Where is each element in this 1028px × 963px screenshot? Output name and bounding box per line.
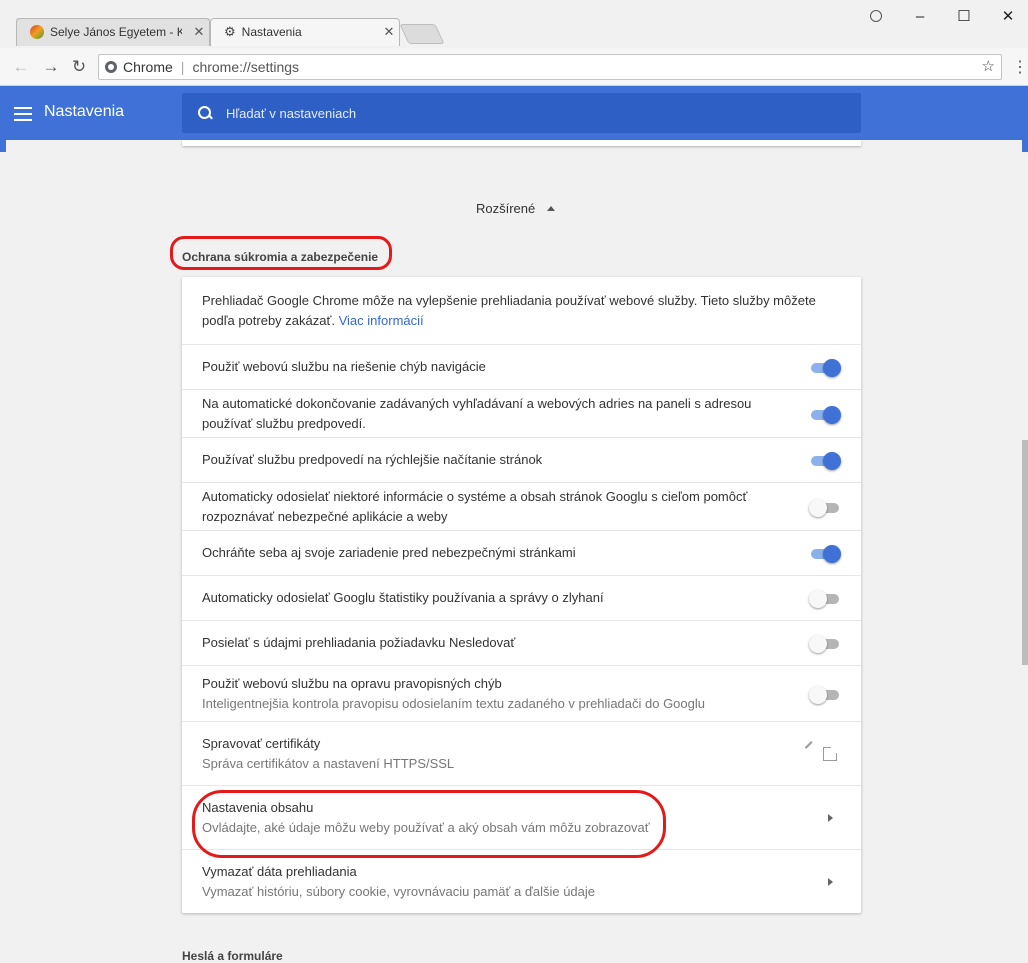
setting-text: Vymazať dáta prehliadania Vymazať histór… <box>202 862 841 902</box>
reload-button[interactable]: ↻ <box>68 56 90 78</box>
forward-button[interactable]: → <box>40 56 62 78</box>
advanced-toggle[interactable]: Rozšírené <box>476 201 556 216</box>
setting-sublabel: Vymazať históriu, súbory cookie, vyrovná… <box>202 883 596 899</box>
url-text: chrome://settings <box>192 59 300 75</box>
setting-row-spellcheck[interactable]: Použiť webovú službu na opravu pravopisn… <box>182 665 861 721</box>
close-icon[interactable]: ✕ <box>378 24 400 40</box>
learn-more-link[interactable]: Viac informácií <box>339 313 424 328</box>
profile-icon[interactable] <box>856 4 896 28</box>
toggle-switch[interactable] <box>809 404 841 424</box>
setting-row-do-not-track[interactable]: Posielať s údajmi prehliadania požiadavk… <box>182 620 861 665</box>
settings-search-input[interactable]: Hľadať v nastaveniach <box>182 93 861 133</box>
previous-card-edge <box>182 140 861 146</box>
highlight-annotation <box>192 790 666 858</box>
setting-label: Vymazať dáta prehliadania <box>202 863 357 879</box>
browser-toolbar: ← → ↻ Chrome | chrome://settings ☆ ⋮ <box>0 48 1028 86</box>
privacy-intro-text: Prehliadač Google Chrome môže na vylepše… <box>202 292 816 328</box>
setting-sublabel: Správa certifikátov a nastavení HTTPS/SS… <box>202 755 455 771</box>
open-external-icon[interactable] <box>804 740 839 761</box>
chevron-right-icon <box>828 877 833 886</box>
privacy-intro: Prehliadač Google Chrome môže na vylepše… <box>202 291 841 331</box>
toggle-switch[interactable] <box>809 684 841 704</box>
address-bar[interactable]: Chrome | chrome://settings ☆ <box>98 54 1002 80</box>
setting-row-navigation-errors[interactable]: Použiť webovú službu na riešenie chýb na… <box>182 344 861 389</box>
maximize-button[interactable]: ☐ <box>944 4 984 28</box>
toggle-switch[interactable] <box>809 633 841 653</box>
setting-row-safe-browsing-reports[interactable]: Automaticky odosielať niektoré informáci… <box>182 482 861 530</box>
favicon-icon <box>30 25 44 39</box>
setting-label: Ochráňte seba aj svoje zariadenie pred n… <box>202 545 576 560</box>
setting-label: Použiť webovú službu na opravu pravopisn… <box>202 675 502 691</box>
chrome-icon <box>105 61 117 73</box>
settings-content: Rozšírené Ochrana súkromia a zabezpečeni… <box>6 140 1022 963</box>
setting-row-prefetch[interactable]: Používať službu predpovedí na rýchlejšie… <box>182 437 861 482</box>
setting-label: Automaticky odosielať Googlu štatistiky … <box>202 590 604 605</box>
title-bar: Selye János Egyetem - Ke ✕ ⚙ Nastavenia … <box>0 0 1028 48</box>
chevron-right-icon <box>828 813 833 822</box>
setting-label: Spravovať certifikáty <box>202 735 321 751</box>
tab-selye[interactable]: Selye János Egyetem - Ke ✕ <box>16 18 210 46</box>
close-window-button[interactable]: ✕ <box>988 4 1028 28</box>
caret-up-icon <box>547 206 556 211</box>
toggle-switch[interactable] <box>809 450 841 470</box>
omnibox-separator: | <box>180 59 185 75</box>
hamburger-menu-icon[interactable] <box>14 107 32 121</box>
setting-label: Automaticky odosielať niektoré informáci… <box>202 488 748 524</box>
tab-title: Nastavenia <box>241 25 302 39</box>
setting-row-prediction-autocomplete[interactable]: Na automatické dokončovanie zadávaných v… <box>182 389 861 437</box>
passwords-section-heading: Heslá a formuláre <box>182 949 283 963</box>
search-placeholder: Hľadať v nastaveniach <box>226 105 357 121</box>
setting-text: Použiť webovú službu na opravu pravopisn… <box>202 674 841 714</box>
clear-browsing-data-row[interactable]: Vymazať dáta prehliadania Vymazať histór… <box>182 849 861 913</box>
minimize-button[interactable]: – <box>900 4 940 28</box>
setting-sublabel: Inteligentnejšia kontrola pravopisu odos… <box>202 695 705 711</box>
setting-label: Na automatické dokončovanie zadávaných v… <box>202 395 752 431</box>
bookmark-star-icon[interactable]: ☆ <box>982 57 995 75</box>
setting-row-usage-stats[interactable]: Automaticky odosielať Googlu štatistiky … <box>182 575 861 620</box>
highlight-annotation <box>170 236 392 270</box>
page-title: Nastavenia <box>44 103 125 120</box>
setting-label: Používať službu predpovedí na rýchlejšie… <box>202 452 543 467</box>
toggle-switch[interactable] <box>809 497 841 517</box>
tab-nastavenia[interactable]: ⚙ Nastavenia ✕ <box>210 18 400 46</box>
privacy-intro-row: Prehliadač Google Chrome môže na vylepše… <box>182 277 861 344</box>
toggle-switch[interactable] <box>809 543 841 563</box>
new-tab-button[interactable] <box>399 24 445 44</box>
search-icon <box>198 106 212 120</box>
setting-label: Posielať s údajmi prehliadania požiadavk… <box>202 635 516 650</box>
close-icon[interactable]: ✕ <box>188 24 210 40</box>
toggle-switch[interactable] <box>809 357 841 377</box>
tab-title: Selye János Egyetem - Ke <box>50 25 182 39</box>
advanced-label: Rozšírené <box>476 201 536 216</box>
toggle-switch[interactable] <box>809 588 841 608</box>
setting-row-safe-browsing[interactable]: Ochráňte seba aj svoje zariadenie pred n… <box>182 530 861 575</box>
scheme-label: Chrome <box>123 59 173 75</box>
setting-label: Použiť webovú službu na riešenie chýb na… <box>202 359 486 374</box>
scrollbar-thumb[interactable] <box>1022 440 1028 665</box>
setting-text: Spravovať certifikáty Správa certifikáto… <box>202 734 841 774</box>
menu-icon[interactable]: ⋮ <box>1012 57 1028 77</box>
back-button[interactable]: ← <box>10 56 32 78</box>
gear-icon: ⚙ <box>224 24 236 39</box>
manage-certificates-row[interactable]: Spravovať certifikáty Správa certifikáto… <box>182 721 861 785</box>
